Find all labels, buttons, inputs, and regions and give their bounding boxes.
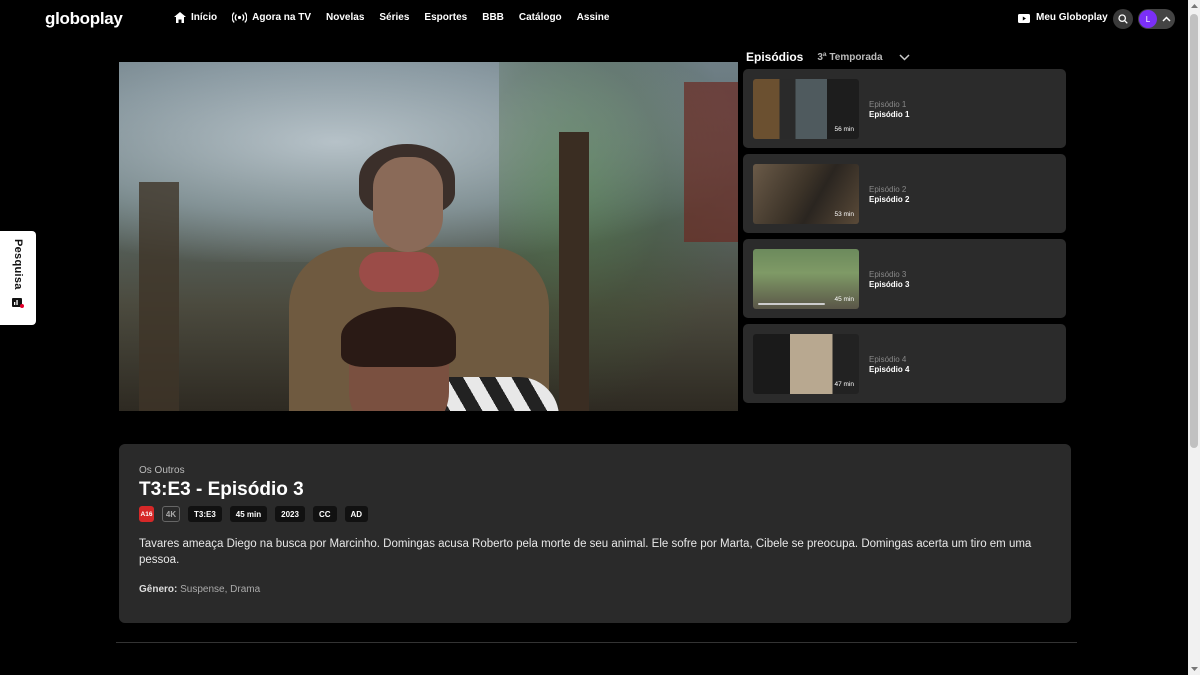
divider — [116, 642, 1077, 643]
year-badge: 2023 — [275, 506, 305, 522]
nav-link-inicio[interactable]: Início — [174, 12, 217, 23]
episode-card[interactable]: 45 min Episódio 3 Episódio 3 — [743, 239, 1066, 318]
episodes-header: Episódios 3ª Temporada — [746, 50, 910, 64]
episode-number: Episódio 4 — [869, 355, 907, 364]
episode-thumbnail[interactable]: 53 min — [753, 164, 859, 224]
episode-number: Episódio 1 — [869, 100, 907, 109]
search-button[interactable] — [1113, 9, 1133, 29]
genre-line: Gênero: Suspense, Drama — [139, 584, 260, 595]
nav-link-label: Séries — [379, 12, 410, 23]
avatar: L — [1139, 10, 1157, 28]
episode-thumbnail[interactable]: 47 min — [753, 334, 859, 394]
scene-boy-hair — [341, 307, 456, 367]
nav-links: Início Agora na TV Novelas Séries Esport… — [174, 12, 624, 23]
nav-link-label: Início — [191, 12, 218, 23]
video-player[interactable] — [119, 62, 738, 411]
broadcast-icon — [232, 12, 248, 23]
episode-title: T3:E3 - Episódio 3 — [139, 479, 304, 500]
pesquisa-tab[interactable]: Pesquisa — [0, 231, 36, 325]
audio-description-icon: AD — [344, 506, 369, 522]
nav-link-series[interactable]: Séries — [379, 12, 409, 23]
season-select[interactable]: 3ª Temporada — [817, 52, 882, 63]
nav-link-novelas[interactable]: Novelas — [326, 12, 364, 23]
profile-menu-button[interactable]: L — [1138, 9, 1175, 29]
episode-info-card: Os Outros T3:E3 - Episódio 3 A16 4K T3:E… — [119, 444, 1071, 623]
episode-card[interactable]: 53 min Episódio 2 Episódio 2 — [743, 154, 1066, 233]
nav-link-label: Esportes — [424, 12, 468, 23]
search-icon — [1118, 14, 1128, 24]
scroll-down-arrow-icon[interactable] — [1188, 663, 1200, 675]
episode-name: Episódio 3 — [869, 280, 910, 289]
episode-duration: 56 min — [834, 126, 854, 133]
episode-thumbnail[interactable]: 56 min — [753, 79, 859, 139]
episodes-title: Episódios — [746, 50, 804, 64]
scene-red-sheet — [684, 82, 738, 242]
episode-description: Tavares ameaça Diego na busca por Marcin… — [139, 538, 1032, 566]
episode-code-badge: T3:E3 — [188, 506, 222, 522]
cc-icon: CC — [312, 506, 337, 522]
top-nav: globoplay Início Agora na TV Novelas Sér… — [0, 0, 1188, 38]
play-folder-icon — [1018, 13, 1030, 23]
show-name[interactable]: Os Outros — [139, 465, 185, 476]
nav-link-label: Novelas — [326, 12, 365, 23]
scroll-thumb[interactable] — [1190, 14, 1198, 448]
scene-post — [139, 182, 179, 411]
age-rating-badge: A16 — [139, 506, 154, 522]
episode-thumbnail[interactable]: 45 min — [753, 249, 859, 309]
scene-post — [559, 132, 589, 411]
scroll-up-arrow-icon[interactable] — [1188, 0, 1200, 12]
nav-link-esportes[interactable]: Esportes — [424, 12, 467, 23]
episode-number: Episódio 3 — [869, 270, 907, 279]
episode-progress-bar — [758, 303, 826, 305]
chevron-up-icon — [1162, 16, 1171, 22]
nav-link-assine[interactable]: Assine — [577, 12, 610, 23]
globoplay-logo[interactable]: globoplay — [45, 9, 123, 29]
quality-badge: 4K — [162, 506, 180, 522]
scene-woman-scarf — [359, 252, 439, 292]
episode-duration: 47 min — [834, 381, 854, 388]
chevron-down-icon[interactable] — [899, 53, 910, 61]
nav-link-label: Agora na TV — [252, 12, 312, 23]
nav-link-label: Assine — [576, 12, 610, 23]
home-icon — [174, 12, 186, 23]
nav-link-catalogo[interactable]: Catálogo — [519, 12, 562, 23]
duration-badge: 45 min — [229, 506, 268, 522]
episode-card[interactable]: 56 min Episódio 1 Episódio 1 — [743, 69, 1066, 148]
nav-link-agora-na-tv[interactable]: Agora na TV — [232, 12, 311, 23]
meu-globoplay-label: Meu Globoplay — [1036, 12, 1108, 23]
episode-name: Episódio 2 — [869, 195, 910, 204]
nav-link-bbb[interactable]: BBB — [482, 12, 504, 23]
episode-name: Episódio 1 — [869, 110, 910, 119]
survey-icon — [12, 297, 24, 308]
episode-name: Episódio 4 — [869, 365, 910, 374]
nav-link-label: BBB — [482, 12, 504, 23]
episode-number: Episódio 2 — [869, 185, 907, 194]
nav-link-label: Catálogo — [518, 12, 562, 23]
genre-label: Gênero: — [139, 584, 178, 595]
meu-globoplay-link[interactable]: Meu Globoplay — [1018, 12, 1108, 23]
pesquisa-label: Pesquisa — [12, 239, 24, 290]
episode-duration: 53 min — [834, 211, 854, 218]
genre-value: Suspense, Drama — [180, 584, 261, 595]
scene-woman-head — [373, 157, 443, 252]
episode-card[interactable]: 47 min Episódio 4 Episódio 4 — [743, 324, 1066, 403]
badges-row: A16 4K T3:E3 45 min 2023 CC AD — [139, 506, 376, 522]
page-scrollbar[interactable] — [1188, 0, 1200, 675]
episode-duration: 45 min — [834, 296, 854, 303]
